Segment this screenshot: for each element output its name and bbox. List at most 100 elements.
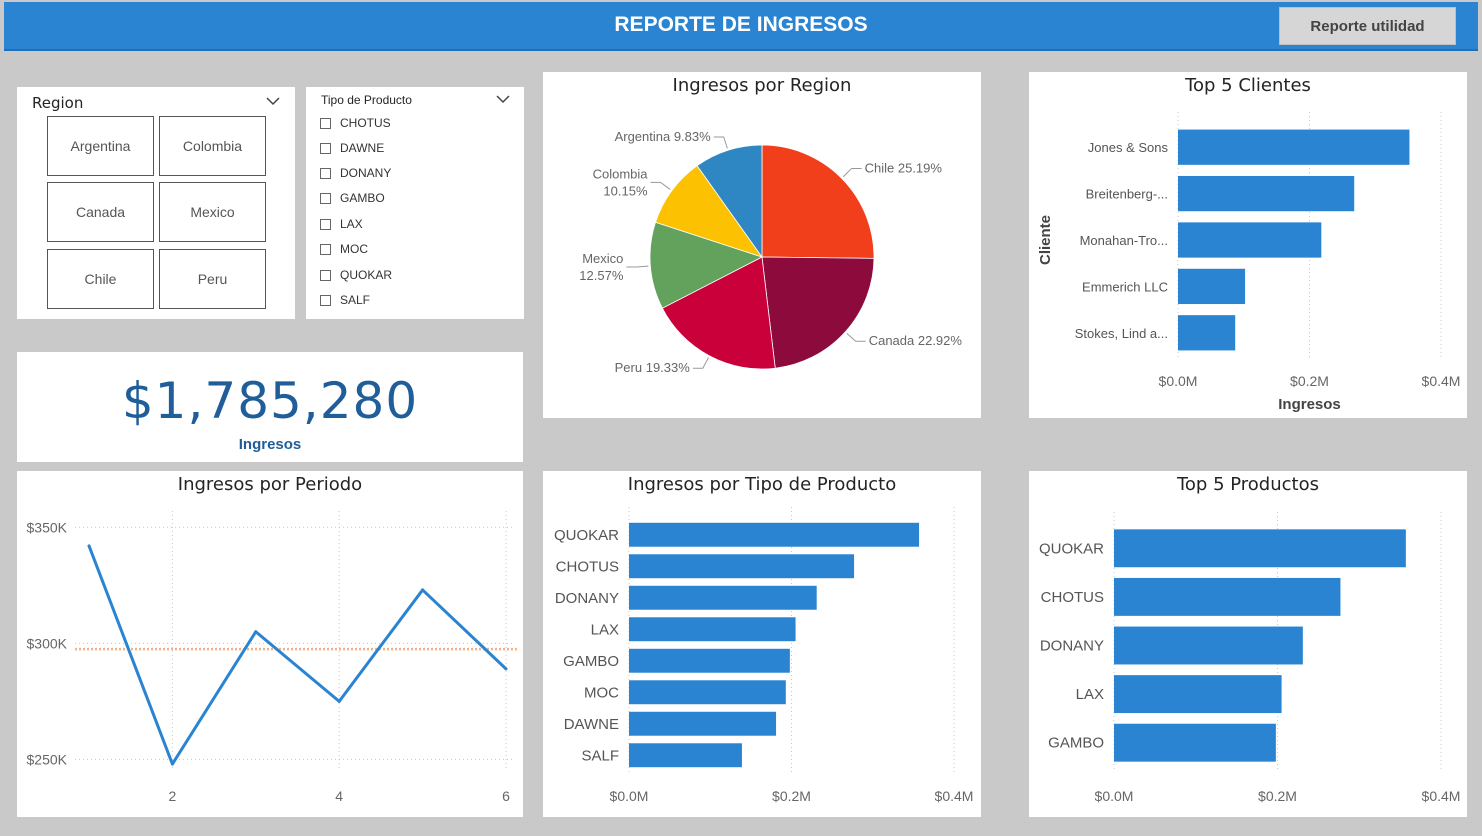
pie-leader-line	[692, 357, 709, 369]
region-slicer: Region Argentina Colombia Canada Mexico …	[17, 87, 295, 319]
category-label: CHOTUS	[1041, 589, 1104, 606]
checkbox[interactable]	[320, 243, 331, 255]
x-tick-label: 2	[169, 788, 177, 804]
kpi-card: $1,785,280 Ingresos	[17, 352, 523, 462]
top-products-chart: $0.0M $0.2M $0.4M QUOKAR CHOTUS DONANY LAX GAMB…	[1039, 512, 1461, 804]
pie-label: Argentina 9.83%	[615, 129, 712, 144]
bar-dawne	[629, 711, 777, 736]
category-label: DONANY	[555, 590, 619, 607]
y-tick-label: $300K	[27, 635, 68, 651]
category-label: DONANY	[1040, 638, 1104, 655]
option-label: SALF	[340, 293, 371, 307]
x-tick-label: $0.0M	[1095, 788, 1134, 804]
checkbox[interactable]	[320, 167, 331, 179]
region-slicer-title: Region	[32, 94, 84, 112]
bar-lax	[1114, 675, 1282, 714]
checkbox[interactable]	[320, 218, 331, 230]
product-option-gambo[interactable]: GAMBO	[320, 189, 385, 207]
pie-label: Peru 19.33%	[615, 360, 691, 375]
product-slicer-title: Tipo de Producto	[321, 93, 412, 107]
y-tick-label: $350K	[27, 519, 68, 535]
bar-emmerich-llc	[1178, 268, 1246, 305]
region-tile-peru[interactable]: Peru	[159, 249, 266, 309]
data-point	[337, 699, 341, 703]
top-products-card: Top 5 Productos $0.0M $0.2M $0.4M QUOKAR CHO…	[1029, 471, 1467, 817]
pie-chart: Chile 25.19% Canada 22.92% Peru 19.33% Mexi…	[579, 129, 963, 375]
product-option-donany[interactable]: DONANY	[320, 164, 391, 182]
x-tick-label: $0.0M	[610, 788, 649, 804]
data-point	[504, 667, 508, 671]
region-tile-canada[interactable]: Canada	[47, 182, 154, 242]
page-title: REPORTE DE INGRESOS	[614, 13, 868, 36]
kpi-value: $1,785,280	[121, 372, 419, 430]
chevron-down-icon[interactable]	[266, 97, 280, 106]
checkbox[interactable]	[320, 142, 331, 154]
y-axis-title: Cliente	[1037, 215, 1054, 265]
product-type-chart-card: Ingresos por Tipo de Producto $0.0M $0.2M…	[543, 471, 981, 817]
region-tile-colombia[interactable]: Colombia	[159, 116, 266, 176]
category-label: MOC	[584, 684, 619, 701]
bar-quokar	[1114, 529, 1406, 568]
pie-leader-line	[846, 332, 866, 342]
x-tick-label: $0.0M	[1159, 373, 1198, 389]
region-tile-mexico[interactable]: Mexico	[159, 182, 266, 242]
pie-leader-line	[713, 136, 728, 149]
pie-leader-line	[650, 181, 671, 190]
option-label: GAMBO	[340, 191, 385, 205]
product-option-moc[interactable]: MOC	[320, 240, 368, 258]
region-tile-argentina[interactable]: Argentina	[47, 116, 154, 176]
report-header: REPORTE DE INGRESOS Reporte utilidad	[4, 2, 1478, 51]
pie-label: Canada 22.92%	[869, 333, 963, 348]
pie-chart-card: Ingresos por Region Chile 25.19% Canada 2…	[543, 72, 981, 418]
category-label: LAX	[591, 621, 619, 638]
period-line-chart: 2 4 6 $350K $300K $250K	[27, 511, 517, 804]
x-tick-label: $0.4M	[1422, 788, 1461, 804]
category-label: Monahan-Tro...	[1080, 233, 1168, 248]
option-label: DAWNE	[340, 141, 385, 155]
checkbox[interactable]	[320, 294, 331, 306]
category-label: CHOTUS	[556, 558, 619, 575]
bar-gambo	[629, 648, 790, 673]
product-option-lax[interactable]: LAX	[320, 215, 363, 233]
reporte-utilidad-button[interactable]: Reporte utilidad	[1279, 7, 1456, 45]
category-label: Emmerich LLC	[1082, 279, 1168, 294]
pie-label: Colombia	[593, 166, 649, 181]
data-point	[170, 762, 174, 766]
category-label: GAMBO	[563, 653, 619, 670]
category-label: Breitenberg-...	[1086, 187, 1168, 202]
product-option-dawne[interactable]: DAWNE	[320, 139, 384, 157]
pie-slice-chile	[761, 144, 875, 259]
top-clients-chart: $0.0M $0.2M $0.4M Jones & Sons Breitenberg-.…	[1037, 112, 1460, 413]
checkbox[interactable]	[320, 192, 331, 204]
checkbox[interactable]	[320, 117, 331, 129]
bar-donany	[1114, 626, 1303, 665]
category-label: LAX	[1076, 686, 1104, 703]
bar-gambo	[1114, 723, 1276, 762]
pie-label: Chile 25.19%	[865, 160, 943, 175]
bar-monahan-tro-	[1178, 222, 1322, 258]
data-point	[254, 630, 258, 634]
product-option-quokar[interactable]: QUOKAR	[320, 266, 392, 284]
x-tick-label: $0.4M	[935, 788, 974, 804]
category-label: QUOKAR	[1039, 540, 1104, 557]
product-option-chotus[interactable]: CHOTUS	[320, 114, 391, 132]
pie-slice-canada	[761, 256, 875, 369]
option-label: QUOKAR	[340, 268, 393, 282]
x-axis-title: Ingresos	[1278, 396, 1341, 413]
x-tick-label: 6	[502, 788, 510, 804]
checkbox[interactable]	[320, 269, 331, 281]
bar-lax	[629, 617, 796, 642]
pie-label-value: 10.15%	[603, 183, 648, 198]
option-label: CHOTUS	[340, 116, 391, 130]
product-type-slicer: Tipo de Producto CHOTUS DAWNE DONANY GAM…	[306, 87, 524, 319]
option-label: MOC	[340, 242, 368, 256]
category-label: GAMBO	[1048, 735, 1104, 752]
product-type-bar-chart: $0.0M $0.2M $0.4M QUOKAR CHOTUS DONANY LAX GAMB…	[554, 507, 974, 804]
x-tick-label: $0.2M	[772, 788, 811, 804]
x-tick-label: $0.2M	[1290, 373, 1329, 389]
category-label: QUOKAR	[554, 527, 619, 544]
chevron-down-icon[interactable]	[496, 95, 510, 104]
bar-stokes-lind-a-	[1178, 315, 1236, 351]
product-option-salf[interactable]: SALF	[320, 291, 370, 309]
region-tile-chile[interactable]: Chile	[47, 249, 154, 309]
